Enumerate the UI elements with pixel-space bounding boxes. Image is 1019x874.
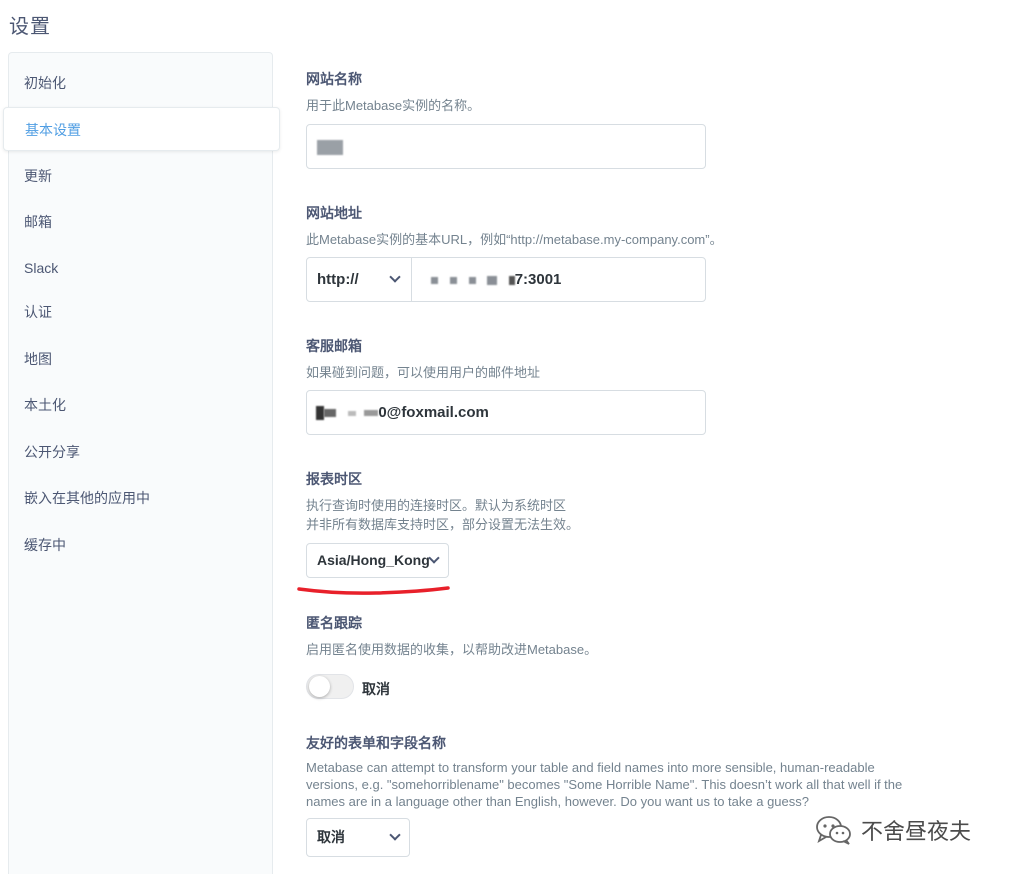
tracking-toggle-label: 取消 <box>362 681 390 697</box>
timezone-value: Asia/Hong_Kong <box>317 552 430 568</box>
red-underline-annotation <box>297 586 450 595</box>
friendly-names-description: Metabase can attempt to transform your t… <box>306 760 903 809</box>
admin-email-label: 客服邮箱 <box>306 338 362 354</box>
sidebar-item-slack[interactable]: Slack <box>9 246 272 290</box>
sidebar-item-email[interactable]: 邮箱 <box>9 200 272 244</box>
toggle-knob <box>309 676 330 697</box>
sidebar-item-maps[interactable]: 地图 <box>9 337 272 381</box>
timezone-select[interactable]: Asia/Hong_Kong <box>306 543 449 578</box>
admin-email-input[interactable]: 0@foxmail.com <box>306 390 706 435</box>
site-url-label: 网站地址 <box>306 205 362 221</box>
redacted-email <box>316 406 324 421</box>
site-url-input-group: http:// 7:3001 <box>306 257 706 302</box>
site-url-value: 7:3001 <box>514 271 562 288</box>
sidebar-item-authentication[interactable]: 认证 <box>9 290 272 334</box>
site-name-input[interactable] <box>306 124 706 169</box>
friendly-names-value: 取消 <box>317 829 345 845</box>
tracking-label: 匿名跟踪 <box>306 615 362 631</box>
site-name-description: 用于此Metabase实例的名称。 <box>306 98 481 113</box>
site-url-host-input[interactable]: 7:3001 <box>413 258 705 301</box>
settings-sidebar: 初始化 基本设置 更新 邮箱 Slack 认证 地图 本土化 公开分享 嵌入在其… <box>3 52 280 874</box>
sidebar-item-caching[interactable]: 缓存中 <box>9 523 272 567</box>
sidebar-item-updates[interactable]: 更新 <box>9 154 272 198</box>
friendly-names-select[interactable]: 取消 <box>306 818 410 857</box>
protocol-select[interactable]: http:// <box>307 258 412 301</box>
admin-email-description: 如果碰到问题，可以使用用户的邮件地址 <box>306 365 541 380</box>
tracking-description: 启用匿名使用数据的收集，以帮助改进Metabase。 <box>306 642 598 657</box>
chevron-down-icon <box>389 271 401 283</box>
sidebar-item-localization[interactable]: 本土化 <box>9 383 272 427</box>
watermark: 不舍昼夜夫 <box>815 812 971 848</box>
page-title: 设置 <box>9 16 51 38</box>
friendly-names-label: 友好的表单和字段名称 <box>306 735 446 751</box>
timezone-description-2: 并非所有数据库支持时区，部分设置无法生效。 <box>306 517 580 532</box>
site-name-label: 网站名称 <box>306 71 362 87</box>
redacted-site-name <box>317 139 343 155</box>
tracking-toggle[interactable] <box>306 674 354 699</box>
sidebar-item-setup[interactable]: 初始化 <box>9 61 272 105</box>
timezone-label: 报表时区 <box>306 471 362 487</box>
sidebar-item-general[interactable]: 基本设置 <box>3 107 280 151</box>
redacted-url <box>431 276 438 284</box>
site-url-description: 此Metabase实例的基本URL，例如“http://metabase.my-… <box>306 232 723 247</box>
sidebar-item-public-sharing[interactable]: 公开分享 <box>9 430 272 474</box>
protocol-value: http:// <box>317 271 359 288</box>
admin-email-value: 0@foxmail.com <box>378 404 489 421</box>
watermark-text: 不舍昼夜夫 <box>861 820 972 845</box>
timezone-description-1: 执行查询时使用的连接时区。默认为系统时区 <box>306 498 567 513</box>
chevron-down-icon <box>389 829 401 841</box>
wechat-icon <box>816 816 851 845</box>
chevron-down-icon <box>428 552 440 564</box>
sidebar-item-embedding[interactable]: 嵌入在其他的应用中 <box>9 476 272 520</box>
